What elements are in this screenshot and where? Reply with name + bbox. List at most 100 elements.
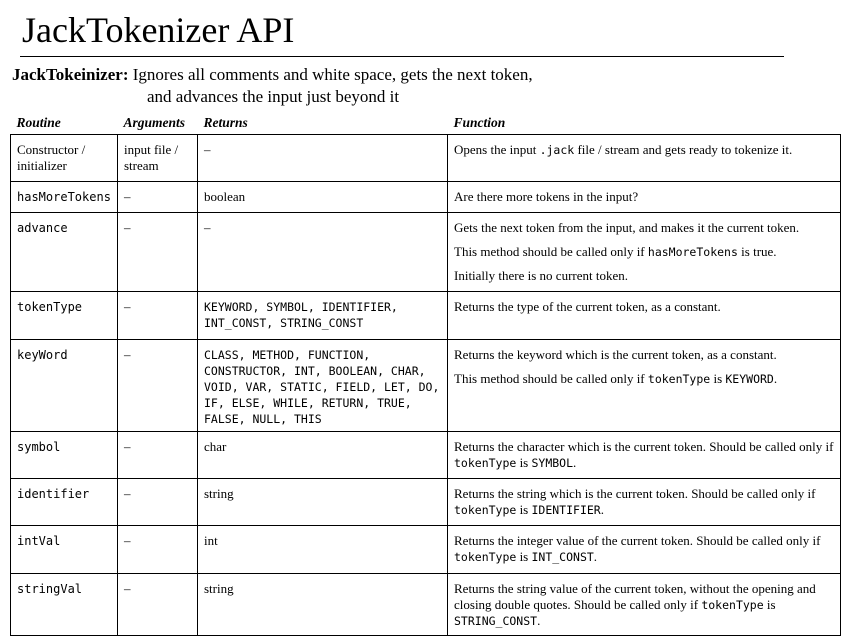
function-text: is	[516, 549, 532, 564]
returns-cell: int	[197, 525, 448, 574]
arguments-cell: –	[117, 291, 198, 340]
intro-line-1: JackTokeinizer: Ignores all comments and…	[12, 64, 533, 86]
code-term: SYMBOL	[531, 456, 574, 470]
function-text: Returns the type of the current token, a…	[454, 299, 721, 314]
function-text: is	[516, 502, 532, 517]
arguments-cell: –	[117, 431, 198, 479]
function-cell: Gets the next token from the input, and …	[447, 212, 841, 292]
table-row: identifier – string Returns the string whic…	[10, 478, 841, 526]
returns-cell: char	[197, 431, 448, 479]
routine-cell: identifier	[10, 478, 118, 526]
function-text: .	[537, 613, 541, 628]
routine-cell: stringVal	[10, 573, 118, 636]
code-term: INT_CONST	[531, 550, 594, 564]
function-text: is	[763, 597, 776, 612]
code-term: tokenType	[454, 503, 517, 517]
returns-cell: string	[197, 478, 448, 526]
function-line: Gets the next token from the input, and …	[454, 220, 834, 236]
function-text: Returns the integer value of the current…	[454, 533, 821, 548]
code-term: STRING_CONST	[454, 614, 538, 628]
function-text: Gets the next token from the input, and …	[454, 220, 800, 235]
function-cell: Are there more tokens in the input?	[447, 181, 841, 213]
function-line: Returns the keyword which is the current…	[454, 347, 834, 363]
function-line: This method should be called only if has…	[454, 244, 834, 260]
returns-cell: –	[197, 134, 448, 182]
intro-text-1: Ignores all comments and white space, ge…	[128, 65, 533, 84]
function-text: This method should be called only if	[454, 244, 648, 259]
code-term: .jack	[539, 143, 575, 157]
intro-description: JackTokeinizer: Ignores all comments and…	[12, 64, 533, 108]
code-term: hasMoreTokens	[647, 245, 738, 259]
function-text: .	[593, 549, 598, 564]
arguments-cell: –	[117, 339, 198, 432]
function-text: This method should be called only if	[454, 371, 648, 386]
function-cell: Returns the keyword which is the current…	[447, 339, 841, 432]
function-line: Returns the type of the current token, a…	[454, 299, 834, 315]
table-body: Constructor / initializer input file / st…	[10, 134, 841, 636]
code-term: IDENTIFIER	[531, 503, 601, 517]
intro-line-2: and advances the input just beyond it	[147, 87, 400, 106]
class-name: JackTokeinizer:	[12, 65, 129, 84]
function-cell: Returns the string which is the current …	[447, 478, 841, 526]
code-term: tokenType	[647, 372, 711, 386]
function-line: Are there more tokens in the input?	[454, 189, 834, 205]
routine-cell: Constructor / initializer	[10, 134, 118, 182]
header-row: Routine Arguments Returns Function	[10, 112, 841, 135]
table-row: tokenType – KEYWORD, SYMBOL, IDENTIFIER, I…	[10, 291, 841, 340]
function-cell: Opens the input .jack file / stream and …	[447, 134, 841, 182]
function-line: Returns the integer value of the current…	[454, 533, 834, 565]
function-text: Returns the character which is the curre…	[454, 439, 834, 454]
function-text: Returns the string which is the current …	[454, 486, 816, 501]
function-cell: Returns the character which is the curre…	[447, 431, 841, 479]
api-table: Routine Arguments Returns Function Const…	[10, 112, 841, 636]
arguments-cell: –	[117, 181, 198, 213]
header-arguments: Arguments	[117, 112, 198, 135]
function-cell: Returns the integer value of the current…	[447, 525, 841, 574]
arguments-cell: –	[117, 478, 198, 526]
function-line: Returns the string value of the current …	[454, 581, 834, 629]
table-row: Constructor / initializer input file / st…	[10, 134, 841, 182]
routine-cell: keyWord	[10, 339, 118, 432]
header-function: Function	[447, 112, 841, 135]
routine-cell: intVal	[10, 525, 118, 574]
function-text: .	[573, 455, 577, 470]
function-text: is	[710, 371, 726, 386]
function-line: Initially there is no current token.	[454, 268, 834, 284]
arguments-cell: input file / stream	[117, 134, 198, 182]
function-text: .	[773, 371, 778, 386]
function-text: file / stream and gets ready to tokenize…	[574, 142, 793, 157]
header-returns: Returns	[197, 112, 448, 135]
table-row: stringVal – string Returns the string value…	[10, 573, 841, 636]
function-line: Returns the character which is the curre…	[454, 439, 834, 471]
table-row: advance – – Gets the next token from the in…	[10, 212, 841, 292]
function-text: Returns the keyword which is the current…	[454, 347, 777, 362]
function-line: Opens the input .jack file / stream and …	[454, 142, 834, 158]
code-term: KEYWORD	[725, 372, 774, 386]
page-title: JackTokenizer API	[22, 10, 295, 50]
function-cell: Returns the type of the current token, a…	[447, 291, 841, 340]
routine-cell: tokenType	[10, 291, 118, 340]
returns-cell: –	[197, 212, 448, 292]
arguments-cell: –	[117, 573, 198, 636]
table-header: Routine Arguments Returns Function	[10, 112, 841, 135]
header-routine: Routine	[10, 112, 118, 135]
routine-cell: advance	[10, 212, 118, 292]
returns-cell: boolean	[197, 181, 448, 213]
returns-cell: CLASS, METHOD, FUNCTION, CONSTRUCTOR, IN…	[197, 339, 448, 432]
routine-cell: hasMoreTokens	[10, 181, 118, 213]
table-row: keyWord – CLASS, METHOD, FUNCTION, CONSTRU…	[10, 339, 841, 432]
table-row: intVal – int Returns the integer value of t…	[10, 525, 841, 574]
function-text: is	[516, 455, 532, 470]
table-row: hasMoreTokens – boolean Are there more toke…	[10, 181, 841, 213]
title-underline	[20, 56, 784, 57]
code-term: tokenType	[454, 550, 517, 564]
function-line: This method should be called only if tok…	[454, 371, 834, 387]
routine-cell: symbol	[10, 431, 118, 479]
function-text: .	[600, 502, 604, 517]
code-term: tokenType	[701, 598, 764, 612]
returns-cell: string	[197, 573, 448, 636]
function-line: Returns the string which is the current …	[454, 486, 834, 518]
code-term: tokenType	[454, 456, 517, 470]
function-text: Opens the input	[454, 142, 540, 157]
returns-cell: KEYWORD, SYMBOL, IDENTIFIER, INT_CONST, …	[197, 291, 448, 340]
